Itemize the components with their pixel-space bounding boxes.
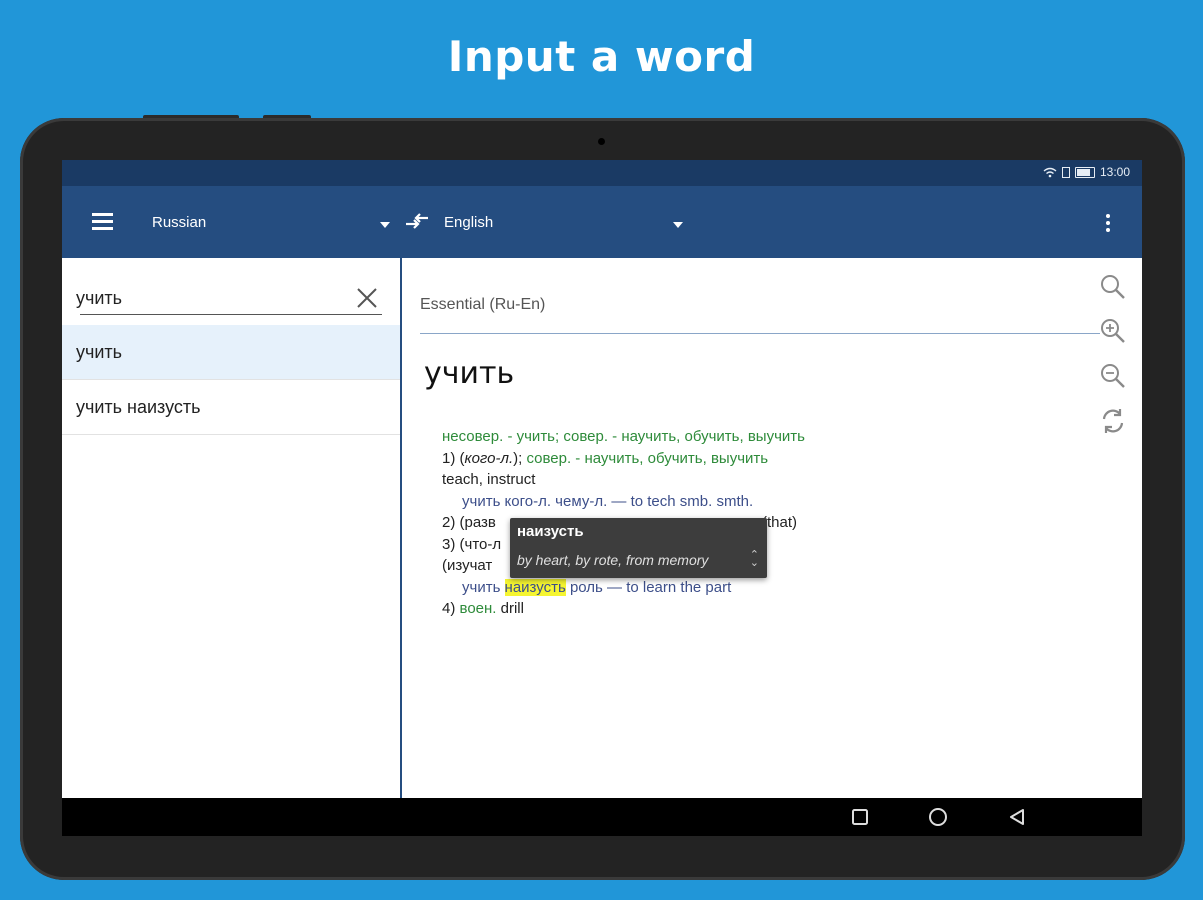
- translation-popup[interactable]: наизусть by heart, by rote, from memory …: [510, 518, 767, 578]
- wifi-icon: [1043, 167, 1057, 177]
- dictionary-divider: [420, 333, 1100, 334]
- popup-translation: by heart, by rote, from memory: [517, 552, 709, 568]
- source-language-dropdown-icon[interactable]: [380, 222, 390, 228]
- headword: учить: [424, 356, 515, 391]
- tablet-camera: [598, 138, 605, 145]
- headline: Input a word: [447, 32, 756, 81]
- app-toolbar: Russian English: [62, 186, 1142, 258]
- list-item-label: учить наизусть: [76, 397, 201, 417]
- list-item[interactable]: учить наизусть: [62, 380, 400, 435]
- list-item-label: учить: [76, 342, 123, 362]
- navigation-bar: [62, 798, 1142, 836]
- entry-sense-4: 4) воен. drill: [442, 600, 524, 617]
- search-input[interactable]: учить: [76, 288, 122, 309]
- search-input-underline: [80, 314, 382, 315]
- word-list-pane: учить учить учить наизусть: [62, 258, 402, 798]
- swap-languages-icon[interactable]: [404, 210, 430, 232]
- zoom-out-icon[interactable]: [1098, 361, 1128, 391]
- list-item[interactable]: учить: [62, 325, 400, 380]
- entry-sense-1-translation: teach, instruct: [442, 471, 536, 488]
- app-screen: 13:00 Russian English учить учить учить …: [62, 160, 1142, 836]
- sim-icon: [1061, 166, 1070, 178]
- target-language-selector[interactable]: English: [444, 214, 493, 231]
- refresh-icon[interactable]: [1098, 406, 1128, 436]
- recent-apps-icon[interactable]: [851, 808, 869, 826]
- battery-icon: [1074, 166, 1095, 178]
- popup-expand-icon[interactable]: ⌃ ⌄: [750, 550, 759, 569]
- back-icon[interactable]: [1008, 808, 1026, 826]
- entry-sense-1: 1) (кого-л.); совер. - научить, обучить,…: [442, 449, 769, 467]
- highlighted-word[interactable]: наизусть: [504, 578, 566, 596]
- entry-example-highlighted: учить наизусть роль — to learn the part: [462, 578, 732, 596]
- menu-icon[interactable]: [92, 213, 113, 230]
- status-bar: 13:00: [62, 160, 1142, 186]
- clear-search-icon[interactable]: [354, 285, 380, 311]
- more-options-icon[interactable]: [1106, 214, 1110, 235]
- entry-example: учить кого-л. чему-л. — to tech smb. smt…: [462, 492, 754, 510]
- target-language-dropdown-icon[interactable]: [673, 222, 683, 228]
- popup-word: наизусть: [517, 523, 584, 540]
- status-time: 13:00: [1099, 165, 1130, 179]
- status-icons: 13:00: [1043, 165, 1130, 179]
- entry-grammar: несовер. - учить; совер. - научить, обуч…: [442, 428, 805, 445]
- search-icon[interactable]: [1098, 272, 1128, 302]
- source-language-selector[interactable]: Russian: [152, 214, 206, 231]
- zoom-in-icon[interactable]: [1098, 316, 1128, 346]
- home-icon[interactable]: [928, 808, 948, 828]
- dictionary-name[interactable]: Essential (Ru-En): [420, 296, 545, 314]
